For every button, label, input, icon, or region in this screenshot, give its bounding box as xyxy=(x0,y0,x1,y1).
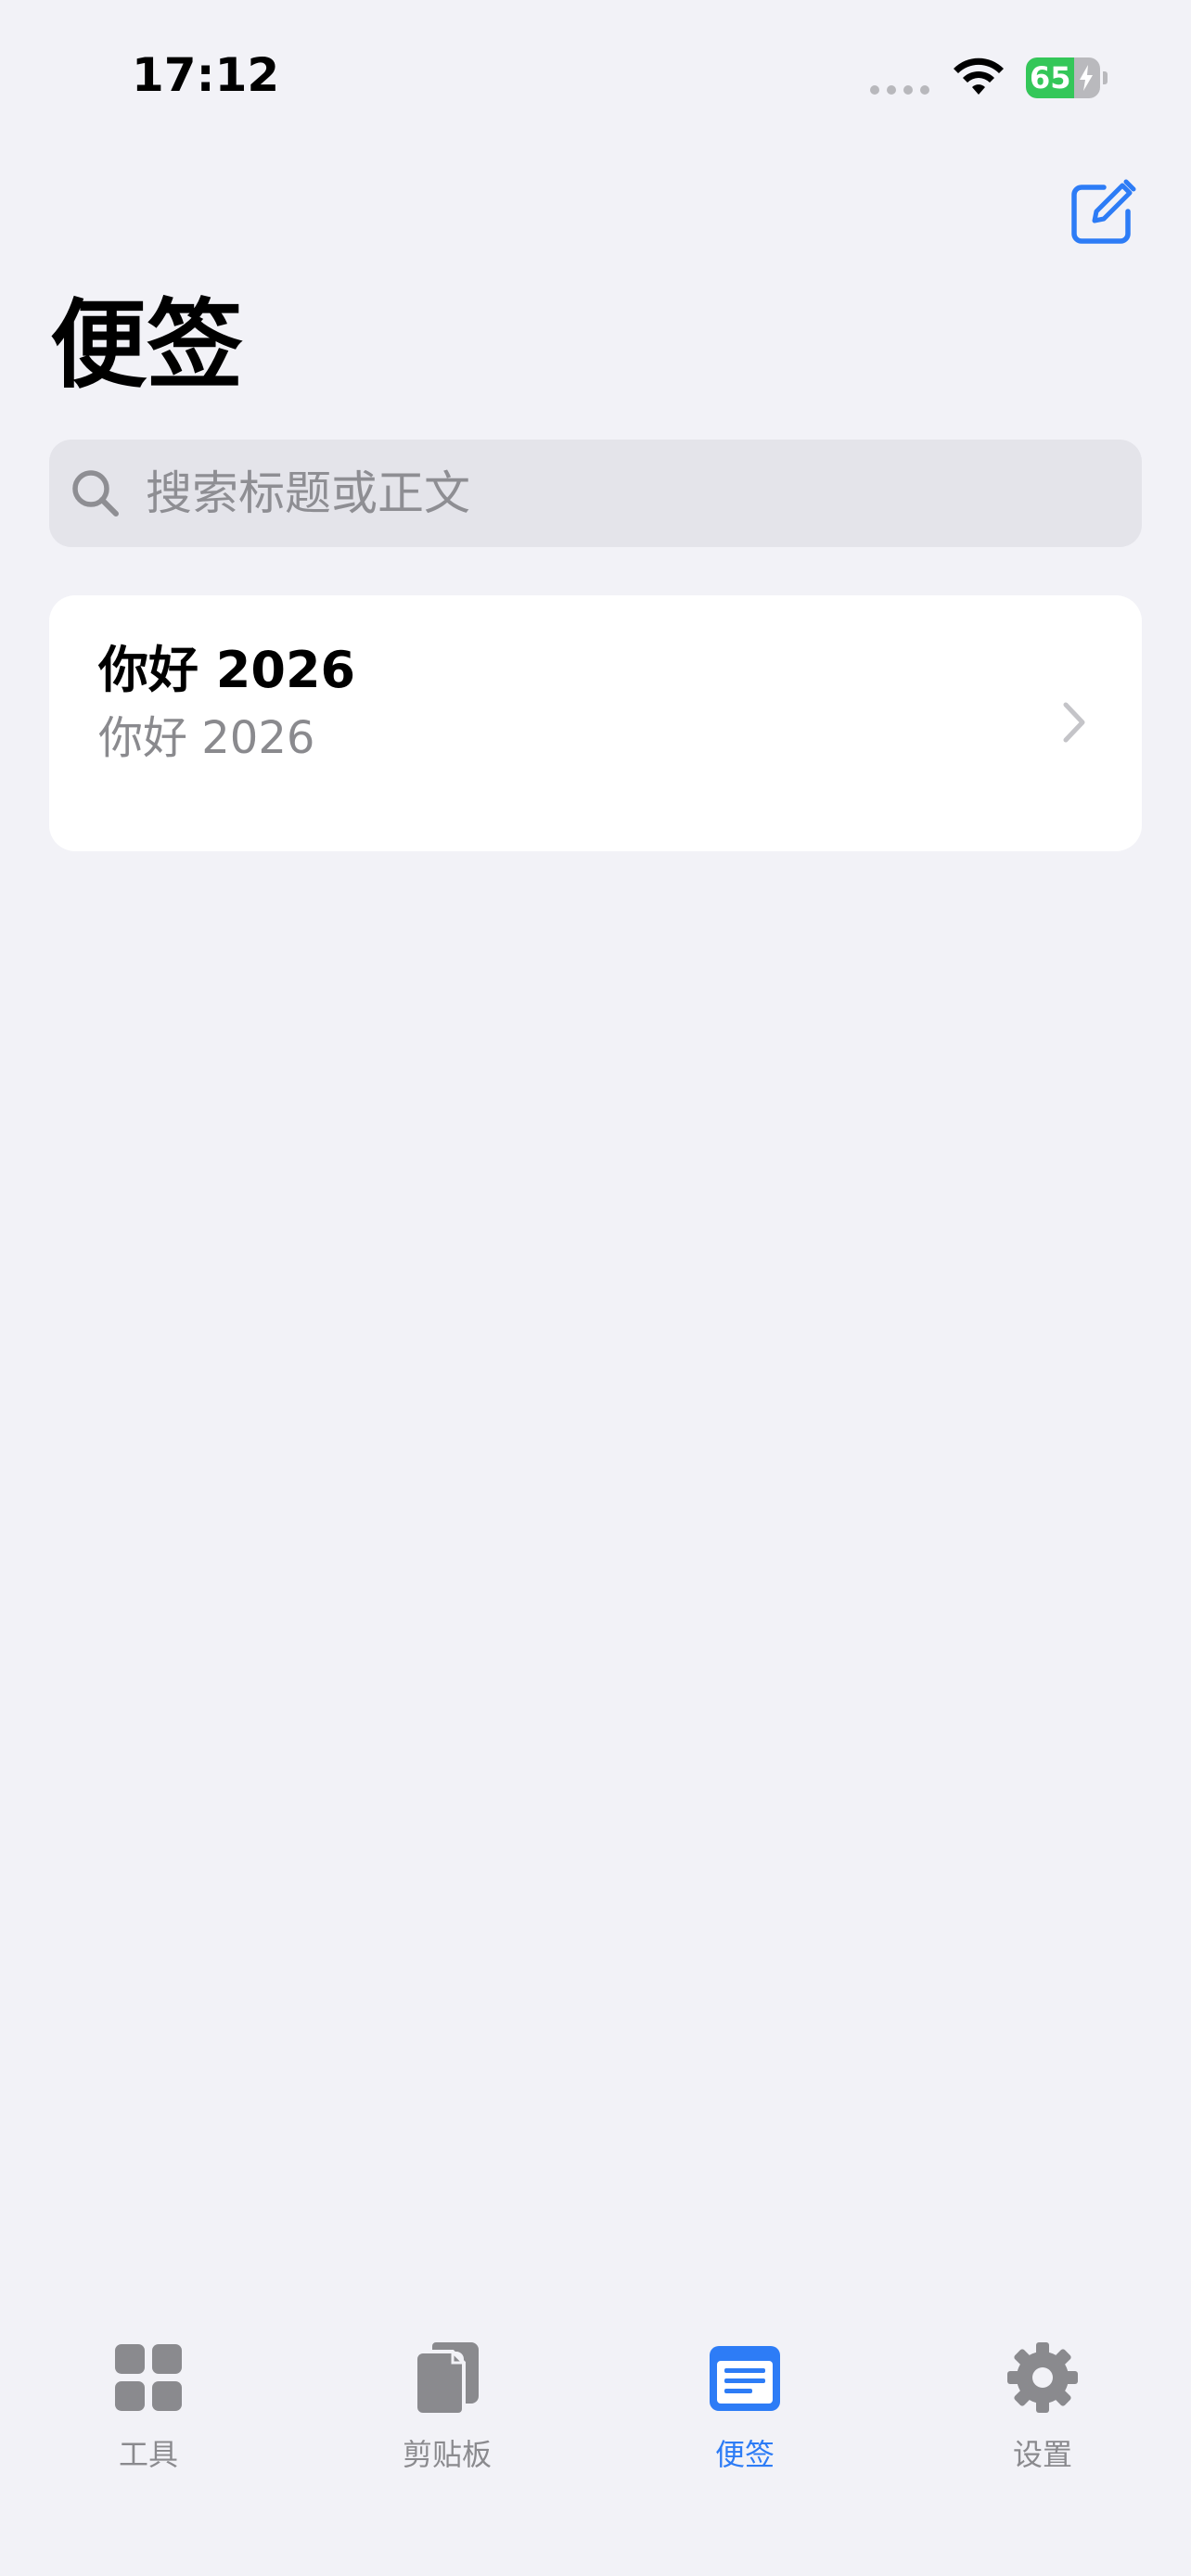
clipboard-icon xyxy=(414,2342,479,2417)
battery-indicator: 65 xyxy=(1026,57,1108,98)
note-preview: 你好 2026 xyxy=(98,712,315,764)
compose-icon xyxy=(1071,179,1136,244)
chevron-right-icon xyxy=(1063,702,1085,743)
search-input[interactable] xyxy=(146,440,1120,547)
battery-cap xyxy=(1103,71,1108,84)
tab-bar: 工具 剪贴板 便签 设置 xyxy=(0,2318,1191,2576)
charging-bolt-icon xyxy=(1080,65,1093,91)
signal-dots-icon xyxy=(870,85,929,95)
tab-label: 设置 xyxy=(1012,2437,1072,2472)
tab-clipboard[interactable]: 剪贴板 xyxy=(336,2339,558,2496)
wifi-icon xyxy=(954,57,1004,95)
note-list-item[interactable]: 你好 2026 你好 2026 xyxy=(49,595,1142,851)
status-time: 17:12 xyxy=(132,48,280,102)
tab-notes[interactable]: 便签 xyxy=(634,2339,856,2496)
gear-icon xyxy=(1007,2342,1078,2413)
search-bar[interactable] xyxy=(49,440,1142,547)
search-icon xyxy=(72,470,119,516)
page-title: 便签 xyxy=(50,288,244,402)
note-icon xyxy=(710,2346,780,2411)
status-bar: 17:12 65 xyxy=(0,0,1191,139)
tab-label: 便签 xyxy=(714,2437,775,2472)
tab-tools[interactable]: 工具 xyxy=(37,2339,260,2496)
compose-button[interactable] xyxy=(1067,178,1137,249)
tab-label: 工具 xyxy=(118,2437,178,2472)
battery-level: 65 xyxy=(1030,60,1071,96)
tab-label: 剪贴板 xyxy=(402,2437,492,2472)
note-title: 你好 2026 xyxy=(98,641,356,699)
grid-icon xyxy=(115,2344,182,2411)
tab-settings[interactable]: 设置 xyxy=(931,2339,1154,2496)
